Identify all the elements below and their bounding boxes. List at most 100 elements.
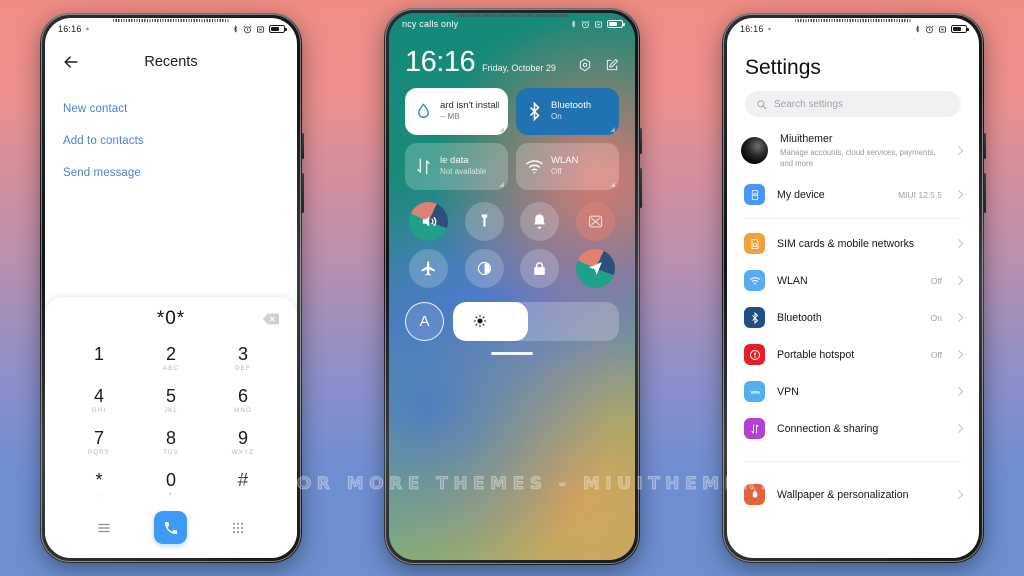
wifi-icon	[744, 270, 765, 292]
phone-left-dialer: 16:16 Recents New contact Add to contact…	[40, 13, 304, 563]
edit-icon[interactable]	[605, 58, 619, 72]
dialpad-key-8[interactable]: 8 TUV	[135, 421, 207, 463]
bluetooth-icon	[233, 25, 238, 33]
chevron-right-icon	[958, 490, 964, 500]
dark-mode-icon	[477, 261, 491, 275]
settings-row-text: WLAN	[777, 274, 919, 288]
tile-expand-corner[interactable]	[499, 126, 504, 132]
page-title: Settings	[745, 56, 821, 79]
dialpad-key-2[interactable]: 2 ABC	[135, 337, 207, 379]
send-message-link[interactable]: Send message	[63, 158, 279, 190]
search-input[interactable]: Search settings	[745, 91, 961, 117]
quick-setting-tiles: ard isn't install -- MB Bluetooth On le …	[389, 76, 635, 190]
recents-header: Recents	[45, 40, 297, 84]
settings-row-label: Bluetooth	[777, 311, 822, 324]
dialpad-key-digit: 1	[93, 344, 104, 365]
settings-row-sim-cards-mobile-networks[interactable]: SIM cards & mobile networks	[727, 225, 979, 262]
carrier-label: ncy calls only	[402, 19, 459, 29]
brightness-slider[interactable]	[453, 301, 619, 341]
toggle-flashlight[interactable]	[464, 201, 504, 241]
toggle-screenshot[interactable]	[575, 201, 615, 241]
dialpad-key-1[interactable]: 1	[63, 337, 135, 379]
settings-row-account[interactable]: Miuithemer Manage accounts, cloud servic…	[727, 121, 979, 177]
tile-storage[interactable]: ard isn't install -- MB	[405, 87, 508, 135]
back-arrow-icon[interactable]	[61, 52, 81, 72]
tile-mobile-data[interactable]: le data Not available	[405, 142, 508, 190]
volume-button[interactable]	[639, 168, 642, 208]
settings-gear-icon[interactable]	[578, 58, 592, 72]
dialpad-key-star[interactable]: *,	[63, 463, 135, 505]
home-indicator[interactable]	[491, 351, 533, 355]
settings-row-wlan[interactable]: WLAN Off	[727, 262, 979, 299]
toggle-location[interactable]	[575, 248, 615, 288]
tile-title: Bluetooth	[551, 99, 592, 111]
power-button[interactable]	[983, 133, 986, 159]
dialpad-key-6[interactable]: 6 MNO	[207, 379, 279, 421]
dialpad-key-4[interactable]: 4 GHI	[63, 379, 135, 421]
settings-row-text: Portable hotspot	[777, 348, 919, 362]
bluetooth-icon	[571, 20, 576, 28]
chevron-right-icon	[958, 239, 964, 249]
dialpad-key-digit: *	[95, 470, 103, 491]
settings-row-vpn[interactable]: VPN VPN	[727, 373, 979, 410]
search-icon	[757, 99, 767, 109]
dialpad-sheet: *0* 1 2 ABC 3 DEF 4 GHI 5 JKL 6 MNO 7 PQRS 8 TUV 9 WXYZ *…	[45, 297, 297, 558]
toggle-airplane-mode[interactable]	[409, 248, 449, 288]
divider	[744, 218, 962, 220]
settings-row-label: WLAN	[777, 274, 808, 287]
power-button[interactable]	[639, 128, 642, 154]
dial-display: *0*	[45, 301, 297, 337]
dialpad-key-letters: WXYZ	[231, 449, 255, 457]
dialpad-key-letters: GHI	[91, 407, 107, 415]
volume-button[interactable]	[983, 173, 986, 213]
dialpad-key-letters: MNO	[234, 407, 252, 415]
chevron-right-icon	[958, 424, 964, 434]
water-drop-icon	[418, 102, 429, 118]
flashlight-icon	[481, 214, 488, 227]
toggle-lock[interactable]	[520, 248, 560, 288]
tile-title: ard isn't install	[440, 99, 499, 111]
settings-row-connection-sharing[interactable]: Connection & sharing	[727, 410, 979, 447]
settings-row-my-device[interactable]: My device MIUI 12.5.5	[727, 177, 979, 212]
tile-expand-corner[interactable]	[610, 126, 615, 132]
dialpad-key-0[interactable]: 0 +	[135, 463, 207, 505]
account-description: Manage accounts, cloud services, payment…	[780, 148, 936, 169]
earpiece-grille	[455, 14, 569, 17]
tile-expand-corner[interactable]	[610, 181, 615, 187]
sun-icon	[473, 314, 487, 328]
toggle-notifications[interactable]	[520, 201, 560, 241]
status-time: 16:16	[58, 24, 82, 34]
svg-text:VPN: VPN	[750, 390, 759, 395]
dialpad-key-7[interactable]: 7 PQRS	[63, 421, 135, 463]
settings-row-wallpaper-personalization[interactable]: Wallpaper & personalization	[727, 476, 979, 513]
dialpad-key-9[interactable]: 9 WXYZ	[207, 421, 279, 463]
call-button[interactable]	[154, 511, 188, 544]
power-button[interactable]	[301, 133, 304, 159]
volume-button[interactable]	[301, 173, 304, 213]
new-contact-link[interactable]: New contact	[63, 94, 279, 126]
backspace-icon[interactable]	[263, 313, 279, 325]
settings-row-bluetooth[interactable]: Bluetooth On	[727, 299, 979, 336]
dialpad-key-hash[interactable]: #	[207, 463, 279, 505]
tile-bluetooth[interactable]: Bluetooth On	[516, 87, 619, 135]
auto-brightness-button[interactable]: A	[405, 301, 444, 341]
search-placeholder: Search settings	[774, 98, 843, 110]
chevron-right-icon	[958, 350, 964, 360]
phone-icon	[164, 521, 178, 534]
bluetooth-icon	[744, 307, 765, 329]
earpiece-grille	[795, 19, 911, 22]
add-to-contacts-link[interactable]: Add to contacts	[63, 126, 279, 158]
settings-row-portable-hotspot[interactable]: Portable hotspot Off	[727, 336, 979, 373]
vibrate-icon	[939, 26, 946, 32]
bell-icon	[534, 214, 546, 229]
menu-icon[interactable]	[97, 521, 111, 535]
dialpad-key-digit: 7	[93, 428, 104, 449]
tile-expand-corner[interactable]	[499, 181, 504, 187]
dialpad-key-3[interactable]: 3 DEF	[207, 337, 279, 379]
status-time: 16:16	[740, 24, 764, 34]
dialpad-icon[interactable]	[231, 521, 245, 535]
toggle-sound[interactable]	[409, 201, 449, 241]
dialpad-key-5[interactable]: 5 JKL	[135, 379, 207, 421]
tile-wlan[interactable]: WLAN Off	[516, 142, 619, 190]
toggle-dark-mode[interactable]	[464, 248, 504, 288]
